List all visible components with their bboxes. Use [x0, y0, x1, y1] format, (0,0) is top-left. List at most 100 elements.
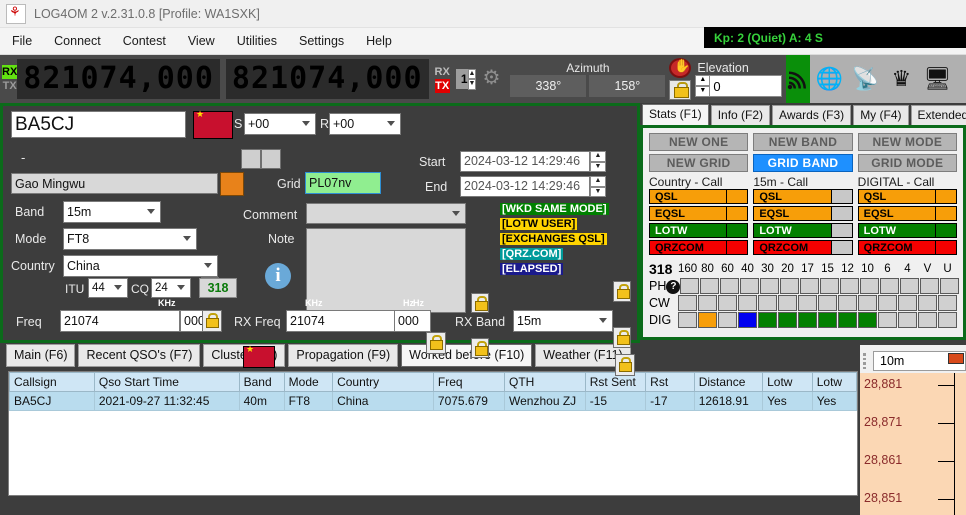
mode-cell[interactable]: [780, 278, 800, 294]
menu-item-view[interactable]: View: [188, 34, 215, 48]
stepper-up[interactable]: ▲: [467, 68, 477, 79]
mode-cell[interactable]: [918, 295, 937, 311]
server-icon[interactable]: 🖥: [923, 66, 951, 92]
status-new-one[interactable]: NEW ONE: [649, 133, 749, 151]
mode-cell[interactable]: [700, 278, 720, 294]
mode-cell[interactable]: [798, 312, 817, 328]
start-up[interactable]: ▲: [590, 151, 606, 162]
mode-cell[interactable]: [738, 295, 757, 311]
qrz-lookup-icon[interactable]: [220, 172, 244, 196]
menu-item-utilities[interactable]: Utilities: [237, 34, 277, 48]
end-down[interactable]: ▼: [590, 186, 606, 197]
mode-cell[interactable]: [918, 312, 937, 328]
col-lotw-1[interactable]: Lotw: [762, 372, 813, 392]
menu-item-connect[interactable]: Connect: [54, 34, 101, 48]
note-lock-icon[interactable]: [471, 338, 489, 358]
col-country[interactable]: Country: [332, 372, 434, 392]
status-grid-band[interactable]: GRID BAND: [753, 154, 853, 172]
status-new-grid[interactable]: NEW GRID: [649, 154, 749, 172]
mode-cell[interactable]: [680, 278, 700, 294]
tab-main[interactable]: Main (F6): [6, 344, 76, 367]
mode-cell[interactable]: [838, 312, 857, 328]
freq-lock-icon[interactable]: [202, 310, 222, 332]
mode-cell[interactable]: [858, 295, 877, 311]
mode-cell[interactable]: [938, 312, 957, 328]
country-select[interactable]: China: [63, 255, 218, 277]
mode-cell[interactable]: [740, 278, 760, 294]
col-distance[interactable]: Distance: [693, 372, 764, 392]
mode-cell[interactable]: [718, 295, 737, 311]
mode-cell[interactable]: [678, 295, 697, 311]
stop-hand-icon[interactable]: [669, 58, 692, 78]
menu-item-help[interactable]: Help: [366, 34, 392, 48]
status-new-band[interactable]: NEW BAND: [753, 133, 853, 151]
qsl-sent-checkbox[interactable]: [241, 149, 261, 169]
mode-cell[interactable]: [880, 278, 900, 294]
rst-received-select[interactable]: +00: [329, 113, 401, 135]
itu-select[interactable]: 44: [88, 278, 128, 298]
stepper-down[interactable]: ▼: [467, 79, 477, 90]
rx-band-lock-icon[interactable]: [615, 354, 635, 376]
gear-icon[interactable]: ⚙: [482, 68, 500, 90]
end-datetime-field[interactable]: 2024-03-12 14:29:46: [460, 176, 590, 197]
elevation-stepper[interactable]: ▲ ▼: [695, 75, 711, 97]
col-rst[interactable]: Rst: [645, 372, 695, 392]
mode-cell[interactable]: [898, 312, 917, 328]
mode-cell[interactable]: [920, 278, 940, 294]
cq-select[interactable]: 24: [151, 278, 191, 298]
tab-awards[interactable]: Awards (F3): [772, 105, 852, 125]
callsign-input[interactable]: [11, 111, 186, 138]
mode-cell[interactable]: [878, 295, 897, 311]
start-stepper[interactable]: ▲ ▼: [590, 151, 606, 172]
col-qth[interactable]: QTH: [504, 372, 586, 392]
worked-before-table[interactable]: Callsign Qso Start Time Band Mode Countr…: [8, 371, 858, 496]
mode-cell[interactable]: [678, 312, 697, 328]
tab-stats[interactable]: Stats (F1): [642, 104, 709, 125]
tab-info[interactable]: Info (F2): [710, 105, 771, 125]
radio-number-field[interactable]: 1: [455, 69, 468, 89]
tab-extended[interactable]: Extended: [910, 105, 966, 125]
comment-select[interactable]: [306, 203, 466, 224]
grid-input[interactable]: [305, 172, 381, 194]
signal-waves-icon[interactable]: [786, 55, 811, 103]
table-row[interactable]: BA5CJ 2021-09-27 11:32:45 40m FT8 China …: [9, 391, 857, 411]
mode-cell[interactable]: [878, 312, 897, 328]
tab-recent-qsos[interactable]: Recent QSO's (F7): [78, 344, 201, 367]
rx-freq-lock-icon[interactable]: [426, 332, 446, 354]
end-stepper[interactable]: ▲ ▼: [590, 176, 606, 197]
mode-cell[interactable]: [840, 278, 860, 294]
col-lotw-2[interactable]: Lotw: [811, 372, 857, 392]
rotor-lock-icon[interactable]: [669, 80, 692, 100]
drag-grip-icon[interactable]: [863, 353, 870, 369]
mode-cell[interactable]: [738, 312, 757, 328]
rx-band-select[interactable]: 15m: [513, 310, 613, 332]
mode-cell[interactable]: [820, 278, 840, 294]
status-new-mode[interactable]: NEW MODE: [857, 133, 957, 151]
mode-cell[interactable]: [858, 312, 877, 328]
name-input[interactable]: [11, 173, 218, 194]
mode-cell[interactable]: [818, 295, 837, 311]
col-freq[interactable]: Freq: [432, 372, 506, 392]
elevation-down[interactable]: ▼: [695, 86, 711, 97]
mode-cell[interactable]: [940, 278, 960, 294]
end-up[interactable]: ▲: [590, 176, 606, 187]
start-datetime-field[interactable]: 2024-03-12 14:29:46: [460, 151, 590, 172]
mode-cell[interactable]: [898, 295, 917, 311]
radio-number-stepper[interactable]: ▲ ▼: [467, 68, 477, 90]
mode-cell[interactable]: [860, 278, 880, 294]
crown-icon[interactable]: ♛: [888, 66, 914, 92]
calculator-icon[interactable]: 🖩: [960, 66, 966, 92]
mode-cell[interactable]: [760, 278, 780, 294]
rst-sent-select[interactable]: +00: [244, 113, 316, 135]
mode-cell[interactable]: [778, 295, 797, 311]
menu-item-contest[interactable]: Contest: [123, 34, 166, 48]
mode-cell[interactable]: [698, 295, 717, 311]
freq-khz-input[interactable]: [60, 310, 180, 332]
col-qso-start-time[interactable]: Qso Start Time: [93, 372, 240, 392]
mode-cell[interactable]: [818, 312, 837, 328]
globe-icon[interactable]: 🌐: [816, 66, 843, 92]
rx-freq-khz-input[interactable]: [286, 310, 396, 332]
mode-cell[interactable]: [900, 278, 920, 294]
col-mode[interactable]: Mode: [283, 372, 334, 392]
mode-cell[interactable]: [698, 312, 717, 328]
